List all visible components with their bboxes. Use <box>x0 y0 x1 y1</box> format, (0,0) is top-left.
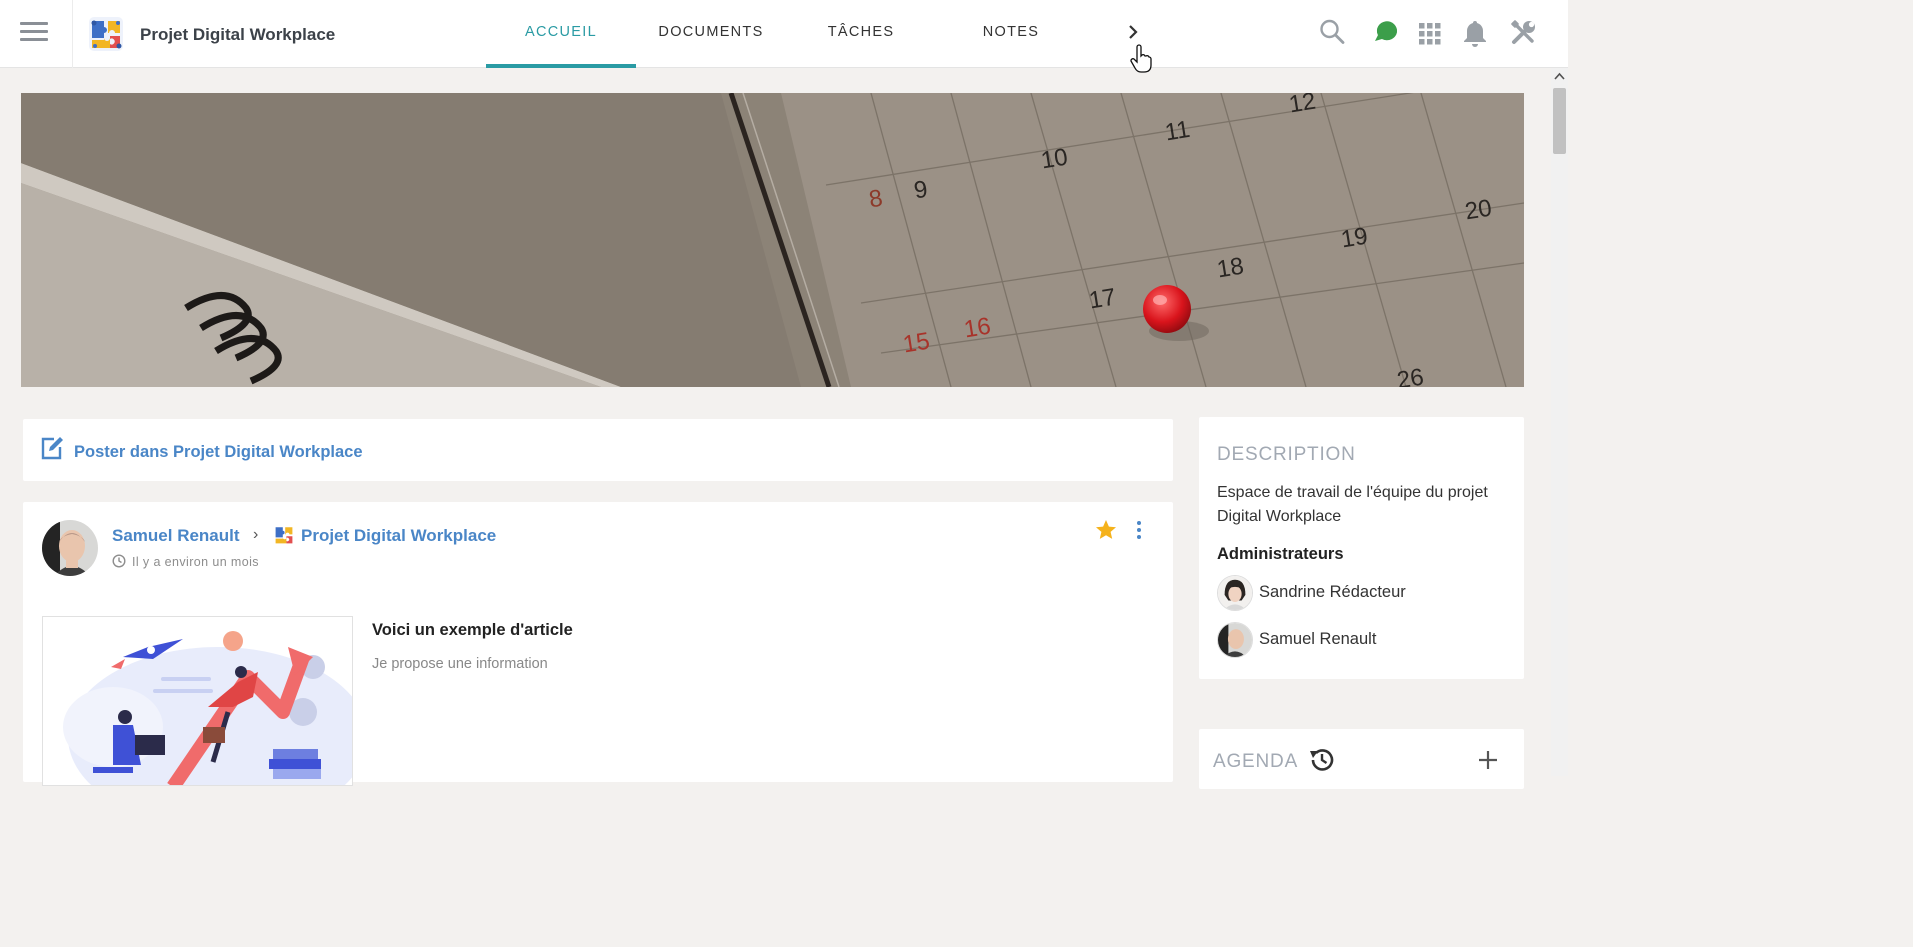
banner-day-number: 10 <box>1039 144 1070 175</box>
tab-taches[interactable]: TÂCHES <box>786 0 936 68</box>
space-logo[interactable] <box>272 523 296 547</box>
banner-day-number: 18 <box>1215 253 1246 284</box>
tab-notes[interactable]: NOTES <box>936 0 1086 68</box>
banner-day-number: 15 <box>901 328 932 359</box>
activity-card: Samuel Renault › Projet Digital Workplac… <box>23 502 1173 786</box>
history-icon[interactable] <box>1307 745 1337 775</box>
banner-day-number: 19 <box>1339 223 1370 254</box>
composer-label[interactable]: Poster dans Projet Digital Workplace <box>74 443 363 462</box>
breadcrumb-separator-icon: › <box>253 526 259 543</box>
space-logo[interactable] <box>86 14 126 54</box>
space-banner: 8 9 10 11 12 15 16 17 18 19 20 26 <box>21 93 1524 387</box>
post-composer[interactable]: Poster dans Projet Digital Workplace <box>23 419 1173 481</box>
tab-accueil[interactable]: ACCUEIL <box>486 0 636 68</box>
avatar <box>1217 622 1253 658</box>
description-heading: DESCRIPTION <box>1217 444 1356 465</box>
clock-icon <box>112 554 126 568</box>
scrollbar-thumb[interactable] <box>1553 88 1566 154</box>
agenda-heading: AGENDA <box>1213 751 1299 772</box>
banner-day-number: 12 <box>1287 93 1318 118</box>
admins-heading: Administrateurs <box>1217 545 1344 563</box>
banner-day-number: 17 <box>1087 284 1118 315</box>
search-icon[interactable] <box>1317 16 1347 48</box>
description-text: Espace de travail de l'équipe du projet … <box>1217 484 1488 525</box>
article-summary: Je propose une information <box>372 656 548 672</box>
add-icon[interactable] <box>1477 749 1499 771</box>
article-thumbnail[interactable] <box>42 616 353 786</box>
divider <box>72 0 73 68</box>
avatar <box>1217 575 1253 611</box>
star-icon[interactable] <box>1094 518 1118 542</box>
article-title[interactable]: Voici un exemple d'article <box>372 621 573 640</box>
edit-icon <box>41 437 63 460</box>
scroll-up-arrow-icon[interactable] <box>1551 68 1568 85</box>
bell-icon[interactable] <box>1460 16 1490 48</box>
agenda-card: AGENDA <box>1199 729 1524 789</box>
banner-day-number: 20 <box>1463 195 1494 226</box>
space-link[interactable]: Projet Digital Workplace <box>301 526 496 546</box>
tab-documents[interactable]: DOCUMENTS <box>636 0 786 68</box>
apps-grid-icon[interactable] <box>1415 16 1445 48</box>
author-avatar[interactable] <box>42 520 98 576</box>
banner-calendar-image: 8 9 10 11 12 15 16 17 18 19 20 26 <box>21 93 1524 387</box>
banner-day-number: 26 <box>1395 364 1426 387</box>
admin-item[interactable]: Samuel Renault <box>1217 622 1507 658</box>
menu-icon[interactable] <box>20 20 48 44</box>
description-card: DESCRIPTION Espace de travail de l'équip… <box>1199 417 1524 679</box>
scrollbar[interactable] <box>1551 68 1568 776</box>
admin-name[interactable]: Samuel Renault <box>1259 630 1376 649</box>
tools-icon[interactable] <box>1508 16 1538 48</box>
top-bar: Projet Digital Workplace ACCUEIL DOCUMEN… <box>0 0 1568 68</box>
more-options-icon[interactable] <box>1133 519 1145 541</box>
chat-icon[interactable] <box>1370 16 1400 48</box>
author-name[interactable]: Samuel Renault <box>112 526 240 546</box>
banner-day-number: 11 <box>1163 116 1192 147</box>
article-illustration <box>63 631 352 785</box>
post-timestamp[interactable]: Il y a environ un mois <box>132 555 259 569</box>
banner-day-number: 16 <box>962 313 993 344</box>
space-title[interactable]: Projet Digital Workplace <box>140 25 335 45</box>
admin-item[interactable]: Sandrine Rédacteur <box>1217 575 1507 611</box>
chevron-right-icon[interactable] <box>1122 20 1144 44</box>
admin-name[interactable]: Sandrine Rédacteur <box>1259 583 1406 602</box>
